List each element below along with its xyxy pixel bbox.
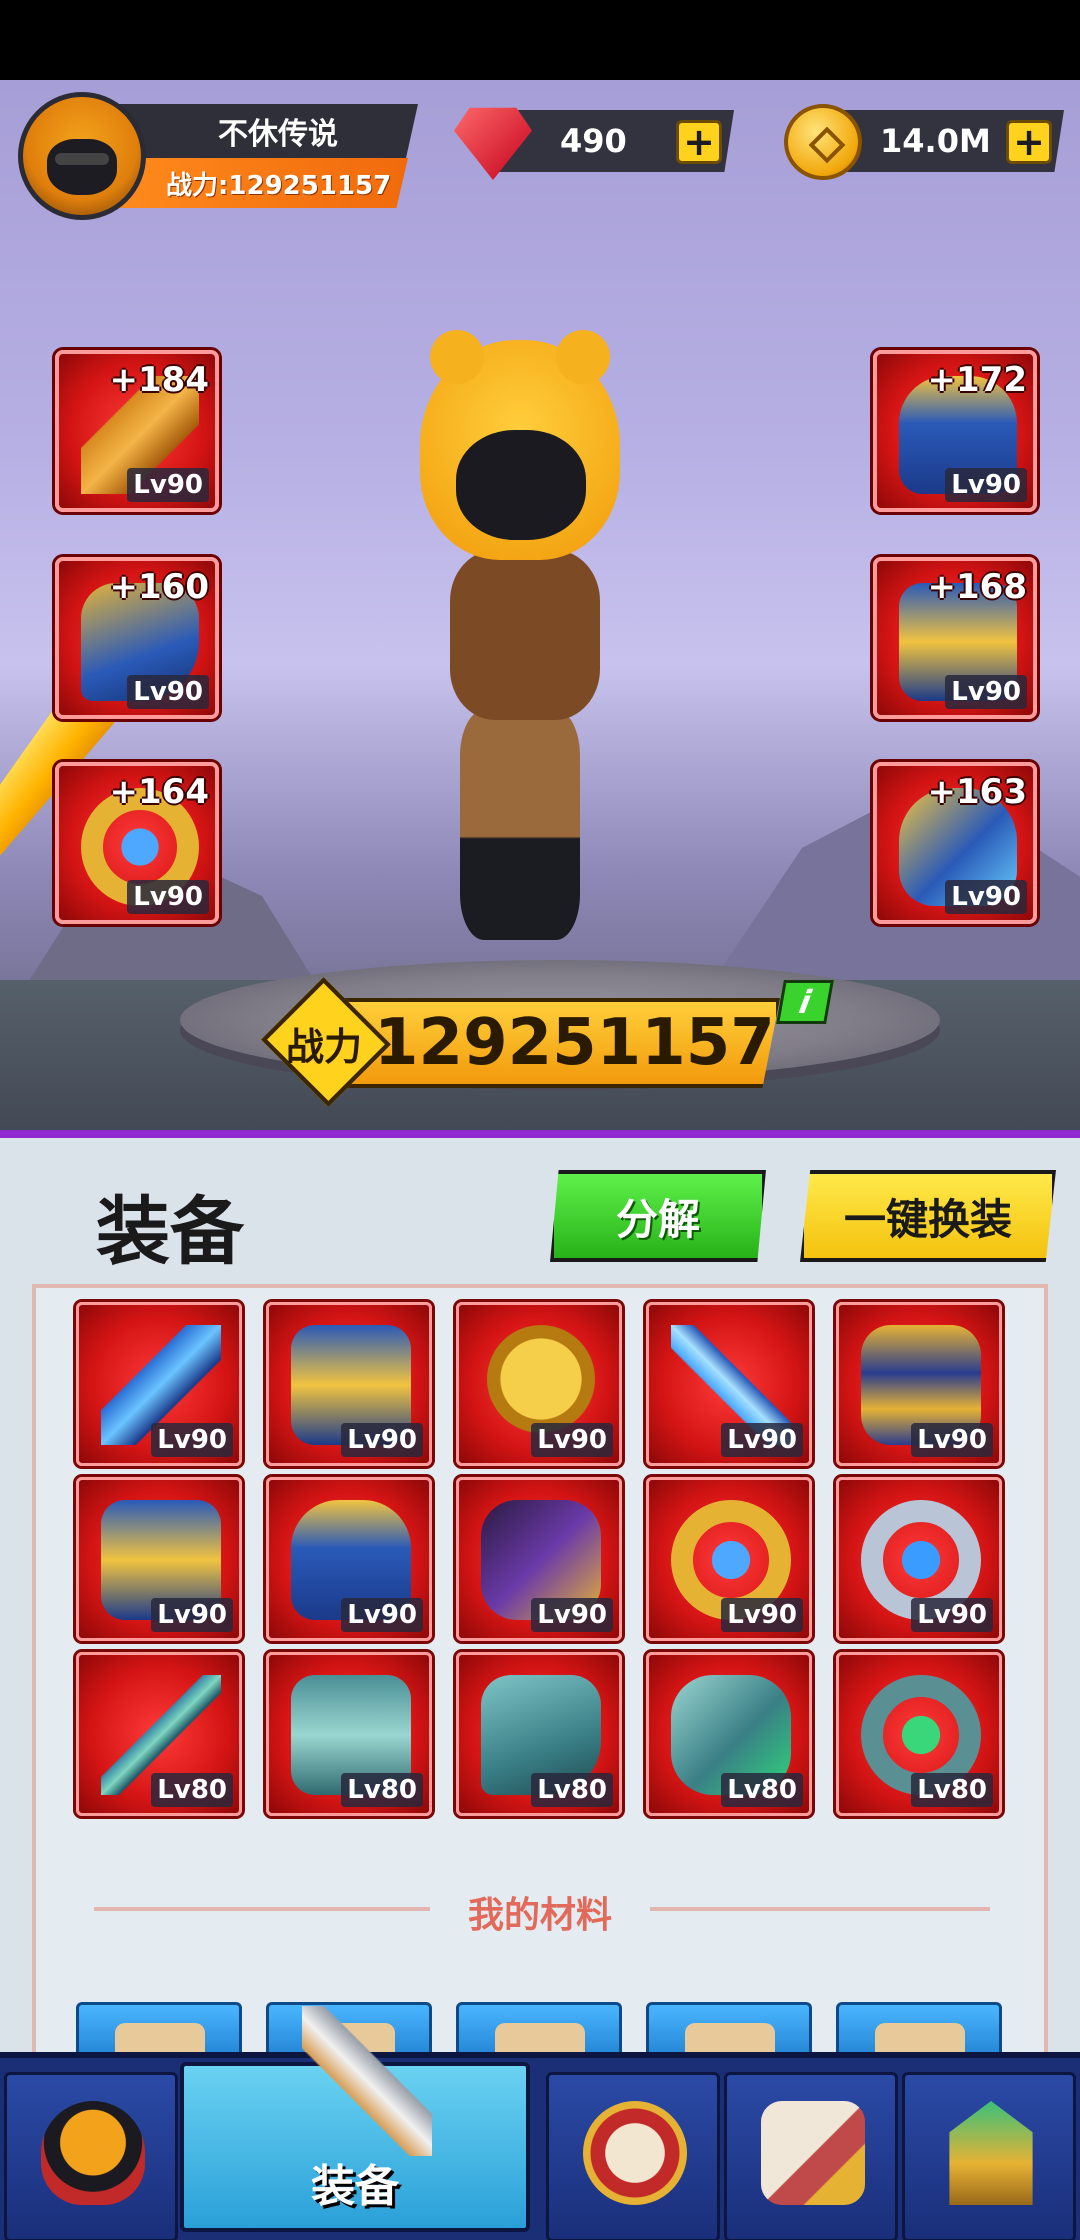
equipped-slot-boots[interactable]: +160 Lv90: [55, 557, 219, 719]
item-level: Lv90: [945, 880, 1027, 914]
status-bar: [0, 0, 1080, 80]
nav-label-equipment: 装备: [184, 2150, 526, 2214]
info-icon[interactable]: i: [776, 980, 834, 1024]
inventory-item[interactable]: Lv90: [836, 1302, 1002, 1466]
add-coins-button[interactable]: +: [1006, 120, 1052, 164]
item-level: Lv90: [911, 1423, 993, 1457]
item-level: Lv90: [721, 1423, 803, 1457]
materials-label: 我的材料: [430, 1886, 650, 1938]
gem-amount: 490: [560, 122, 627, 160]
equipped-slot-gauntlet[interactable]: +163 Lv90: [873, 762, 1037, 924]
item-level: Lv90: [341, 1598, 423, 1632]
inventory-item[interactable]: Lv80: [836, 1652, 1002, 1816]
item-level: Lv90: [151, 1598, 233, 1632]
one-key-equip-button[interactable]: 一键换装: [800, 1170, 1056, 1262]
inventory-item[interactable]: Lv90: [836, 1477, 1002, 1641]
enhance-level: +163: [927, 772, 1027, 812]
item-level: Lv90: [911, 1598, 993, 1632]
gold-coin-icon: [784, 104, 862, 180]
player-power: 战力:129251157: [118, 158, 408, 208]
inventory-item[interactable]: Lv90: [266, 1302, 432, 1466]
item-level: Lv80: [911, 1773, 993, 1807]
item-level: Lv90: [127, 880, 209, 914]
enhance-level: +172: [927, 360, 1027, 400]
nav-tab-equipment[interactable]: 装备: [180, 2006, 530, 2232]
inventory-item[interactable]: Lv80: [646, 1652, 812, 1816]
item-level: Lv90: [721, 1598, 803, 1632]
enhance-level: +164: [109, 772, 209, 812]
nav-tab-drum[interactable]: [546, 2072, 720, 2240]
add-gems-button[interactable]: +: [676, 120, 722, 164]
avatar[interactable]: [18, 92, 146, 220]
inventory-item[interactable]: Lv90: [266, 1477, 432, 1641]
power-label: 战力: [286, 1025, 363, 1069]
inventory-item[interactable]: Lv90: [76, 1302, 242, 1466]
equipped-slot-ring[interactable]: +164 Lv90: [55, 762, 219, 924]
equipped-slot-weapon[interactable]: +184 Lv90: [55, 350, 219, 512]
hero-character[interactable]: [400, 330, 660, 980]
coin-amount: 14.0M: [880, 122, 991, 160]
hero-icon: [41, 2101, 145, 2205]
item-level: Lv90: [531, 1423, 613, 1457]
inventory-item[interactable]: Lv90: [646, 1477, 812, 1641]
inventory-item[interactable]: Lv80: [266, 1652, 432, 1816]
player-profile[interactable]: 不休传说 战力:129251157: [18, 92, 418, 222]
nav-tab-temple[interactable]: [902, 2072, 1076, 2240]
enhance-level: +184: [109, 360, 209, 400]
item-level: Lv90: [945, 675, 1027, 709]
panel-title: 装备: [96, 1189, 244, 1275]
drum-icon: [583, 2101, 687, 2205]
bottom-nav: 装备: [0, 2006, 1080, 2240]
decompose-button[interactable]: 分解: [550, 1170, 766, 1262]
inventory-item[interactable]: Lv90: [646, 1302, 812, 1466]
item-level: Lv80: [721, 1773, 803, 1807]
scroll-icon: [761, 2101, 865, 2205]
gem-counter: 490 +: [454, 104, 734, 180]
inventory-item[interactable]: Lv90: [76, 1477, 242, 1641]
equipped-slot-helmet[interactable]: +172 Lv90: [873, 350, 1037, 512]
item-level: Lv80: [151, 1773, 233, 1807]
item-level: Lv80: [341, 1773, 423, 1807]
item-level: Lv90: [531, 1598, 613, 1632]
item-level: Lv90: [341, 1423, 423, 1457]
nav-tab-scroll[interactable]: [724, 2072, 898, 2240]
equipment-icon: [302, 2006, 432, 2156]
player-name: 不休传说: [118, 104, 418, 158]
inventory-item[interactable]: Lv90: [456, 1302, 622, 1466]
inventory-item[interactable]: Lv90: [456, 1477, 622, 1641]
item-level: Lv90: [945, 468, 1027, 502]
nav-tab-hero[interactable]: [4, 2072, 178, 2240]
inventory-item[interactable]: Lv80: [76, 1652, 242, 1816]
item-level: Lv90: [151, 1423, 233, 1457]
item-level: Lv90: [127, 468, 209, 502]
enhance-level: +160: [109, 567, 209, 607]
combat-power-banner: 战力 129251157 i: [261, 977, 834, 1107]
equipped-slot-armor[interactable]: +168 Lv90: [873, 557, 1037, 719]
item-level: Lv90: [127, 675, 209, 709]
temple-icon: [949, 2101, 1033, 2205]
coin-counter: 14.0M +: [784, 104, 1064, 180]
enhance-level: +168: [927, 567, 1027, 607]
item-level: Lv80: [531, 1773, 613, 1807]
inventory-item[interactable]: Lv80: [456, 1652, 622, 1816]
combat-power-value: 129251157: [340, 998, 780, 1088]
